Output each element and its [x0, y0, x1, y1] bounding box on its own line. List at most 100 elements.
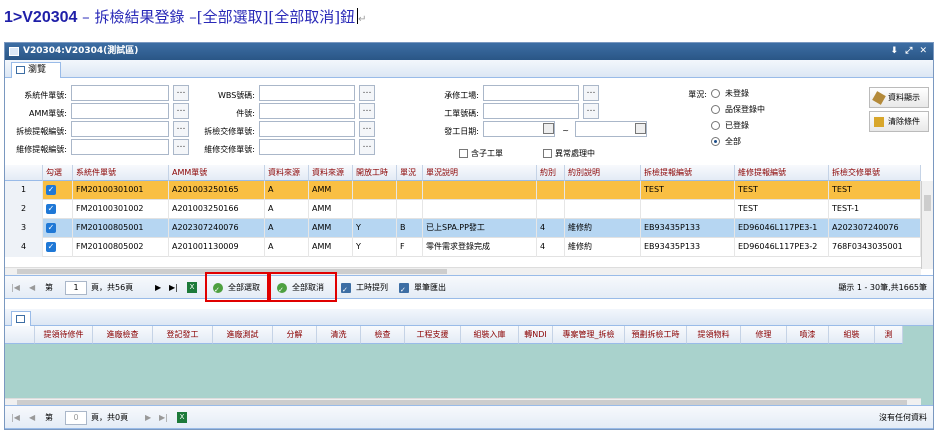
table-row[interactable]: 1 ✓ FM20100301001 A201003250165 A AMM TEST TEST…: [5, 181, 921, 200]
last-page-icon[interactable]: ▶|: [169, 281, 178, 295]
table-cell-checked[interactable]: ✓: [43, 200, 73, 219]
date-range-separator: ~: [562, 126, 569, 135]
maint-handover-lookup-button[interactable]: …: [359, 139, 375, 155]
table-cell-checked[interactable]: ✓: [43, 238, 73, 257]
row-checkbox[interactable]: ✓: [46, 242, 56, 252]
disassembly-handover-lookup-button[interactable]: …: [359, 121, 375, 137]
grid-horizontal-scrollbar[interactable]: [5, 267, 921, 275]
wbs-lookup-button[interactable]: …: [359, 85, 375, 101]
tab-browse[interactable]: 瀏覽: [11, 62, 61, 78]
status-radio-all[interactable]: [711, 137, 720, 146]
table-cell-src2: AMM: [309, 219, 353, 238]
first-page-icon[interactable]: |◀: [11, 281, 20, 295]
detail-col-header[interactable]: 專案管理_拆檢: [553, 326, 625, 344]
detail-col-header[interactable]: 提領待修件: [35, 326, 93, 344]
col-header-src1[interactable]: 資料來源: [265, 165, 309, 181]
row-checkbox[interactable]: ✓: [46, 223, 56, 233]
page-number-input[interactable]: 1: [65, 281, 87, 295]
page-number-input[interactable]: 0: [65, 411, 87, 425]
detail-col-header[interactable]: 登記發工: [153, 326, 213, 344]
disassembly-handover-input[interactable]: [259, 121, 355, 137]
col-header-check[interactable]: 勾選: [43, 165, 73, 181]
sub-order-checkbox[interactable]: [459, 149, 468, 158]
detail-col-header[interactable]: 工程支援: [405, 326, 461, 344]
sys-part-lookup-button[interactable]: …: [173, 85, 189, 101]
tab-detail[interactable]: [11, 311, 31, 327]
detail-col-header[interactable]: 清洗: [317, 326, 361, 344]
amm-lookup-button[interactable]: …: [173, 103, 189, 119]
work-list-button[interactable]: 工時提列: [337, 278, 393, 299]
part-no-input[interactable]: [259, 103, 355, 119]
col-header-contract-desc[interactable]: 約別說明: [565, 165, 641, 181]
part-no-lookup-button[interactable]: …: [359, 103, 375, 119]
col-header-sys[interactable]: 系統件單號: [73, 165, 169, 181]
maint-ref-input[interactable]: [71, 139, 169, 155]
contractor-lookup-button[interactable]: …: [583, 85, 599, 101]
work-order-lookup-button[interactable]: …: [583, 103, 599, 119]
excel-icon[interactable]: X: [177, 412, 187, 423]
amm-input[interactable]: [71, 103, 169, 119]
clear-conditions-button[interactable]: 清除條件: [869, 111, 929, 132]
detail-col-header[interactable]: 檢查: [361, 326, 405, 344]
detail-col-header[interactable]: 提領物料: [687, 326, 741, 344]
export-button[interactable]: 單筆匯出: [395, 278, 451, 299]
col-header-contract[interactable]: 約別: [537, 165, 565, 181]
wbs-input[interactable]: [259, 85, 355, 101]
detail-col-header[interactable]: 組裝入庫: [461, 326, 519, 344]
table-cell-contract-desc: 維修約: [565, 238, 641, 257]
col-header-amm[interactable]: AMM單號: [169, 165, 265, 181]
detail-col-header[interactable]: 預劃拆檢工時: [625, 326, 687, 344]
scroll-thumb[interactable]: [924, 195, 931, 211]
contractor-input[interactable]: [483, 85, 579, 101]
col-header-maint-ref[interactable]: 維修提報編號: [735, 165, 829, 181]
row-checkbox[interactable]: ✓: [46, 204, 56, 214]
detail-col-header[interactable]: 測: [875, 326, 903, 344]
calendar-icon[interactable]: [635, 123, 646, 134]
detail-col-header[interactable]: 分解: [273, 326, 317, 344]
excel-icon[interactable]: X: [187, 282, 197, 293]
row-checkbox[interactable]: ✓: [46, 185, 56, 195]
abnormal-checkbox[interactable]: [543, 149, 552, 158]
work-order-input[interactable]: [483, 103, 579, 119]
status-radio-qa-registering[interactable]: [711, 105, 720, 114]
window-controls[interactable]: ⬇ ⤢ ✕: [890, 43, 929, 60]
prev-page-icon[interactable]: ◀: [29, 281, 35, 295]
col-header-handover[interactable]: 拆檢交修單號: [829, 165, 921, 181]
disassembly-ref-input[interactable]: [71, 121, 169, 137]
col-header-dis-ref[interactable]: 拆檢提報編號: [641, 165, 735, 181]
next-page-icon[interactable]: ▶: [155, 281, 161, 295]
status-radio-registered[interactable]: [711, 121, 720, 130]
first-page-icon[interactable]: |◀: [11, 411, 20, 425]
table-cell-checked[interactable]: ✓: [43, 181, 73, 200]
maint-handover-input[interactable]: [259, 139, 355, 155]
table-cell-checked[interactable]: ✓: [43, 219, 73, 238]
table-cell-contract-desc: [565, 181, 641, 200]
col-header-open[interactable]: 開放工時: [353, 165, 397, 181]
status-radio-unregistered[interactable]: [711, 89, 720, 98]
detail-col-header[interactable]: 組裝: [829, 326, 875, 344]
status-option-label: 已登錄: [725, 121, 749, 130]
table-cell-src2: AMM: [309, 200, 353, 219]
table-cell-maint-ref: ED96046L117PE3-1: [735, 219, 829, 238]
disassembly-ref-lookup-button[interactable]: …: [173, 121, 189, 137]
table-row[interactable]: 3 ✓ FM20100805001 A202307240076 A AMM Y B 已上SPA.…: [5, 219, 921, 238]
page-prefix: 第: [45, 283, 53, 292]
detail-col-header[interactable]: 修理: [741, 326, 787, 344]
detail-col-header[interactable]: 進廠檢查: [93, 326, 153, 344]
sys-part-input[interactable]: [71, 85, 169, 101]
table-row[interactable]: 4 ✓ FM20100805002 A201001130009 A AMM Y F 零件需求登錄…: [5, 238, 921, 257]
col-header-status-desc[interactable]: 單況說明: [423, 165, 537, 181]
detail-col-header[interactable]: 噴漆: [787, 326, 829, 344]
prev-page-icon[interactable]: ◀: [29, 411, 35, 425]
detail-col-header[interactable]: 轉NDI: [519, 326, 553, 344]
col-header-src2[interactable]: 資料來源: [309, 165, 353, 181]
show-data-button[interactable]: 資料顯示: [869, 87, 929, 108]
detail-col-header[interactable]: 進廠測試: [213, 326, 273, 344]
calendar-icon[interactable]: [543, 123, 554, 134]
grid-vertical-scrollbar[interactable]: [921, 181, 933, 269]
maint-ref-lookup-button[interactable]: …: [173, 139, 189, 155]
col-header-status[interactable]: 單況: [397, 165, 423, 181]
last-page-icon[interactable]: ▶|: [159, 411, 168, 425]
next-page-icon[interactable]: ▶: [145, 411, 151, 425]
table-row[interactable]: 2 ✓ FM20100301002 A201003250166 A AMM TEST TEST…: [5, 200, 921, 219]
